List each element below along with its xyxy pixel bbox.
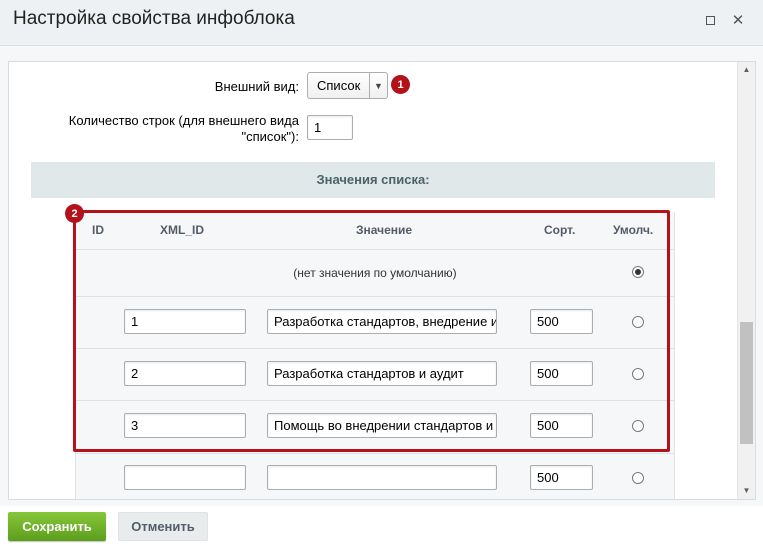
rows-count-label: Количество строк (для внешнего вида "спи… <box>29 113 299 145</box>
sort-input[interactable]: 500 <box>530 465 593 490</box>
xml-id-input[interactable] <box>124 465 246 490</box>
row-divider <box>76 400 674 401</box>
save-button[interactable]: Сохранить <box>8 512 106 541</box>
scrollbar-thumb[interactable] <box>740 322 753 444</box>
view-select-value: Список <box>317 78 361 93</box>
header-default: Умолч. <box>613 223 654 237</box>
value-input[interactable]: Разработка стандартов, внедрение и <box>267 309 497 334</box>
default-radio[interactable] <box>632 472 644 484</box>
rows-count-label-line1: Количество строк (для внешнего вида <box>68 113 299 128</box>
dialog-title: Настройка свойства инфоблока <box>13 8 295 29</box>
section-title: Значения списка: <box>316 172 430 187</box>
scroll-down-icon[interactable]: ▼ <box>738 483 755 499</box>
chevron-down-icon[interactable]: ▼ <box>369 73 387 98</box>
xml-id-input[interactable]: 2 <box>124 361 246 386</box>
view-select[interactable]: Список ▼ <box>307 72 388 99</box>
settings-panel: Внешний вид: Список ▼ 1 Количество строк… <box>8 61 756 500</box>
maximize-icon[interactable] <box>702 12 718 28</box>
row-divider <box>76 348 674 349</box>
default-radio[interactable] <box>632 368 644 380</box>
value-input[interactable] <box>267 465 497 490</box>
default-radio-none[interactable] <box>632 266 644 278</box>
default-radio[interactable] <box>632 420 644 432</box>
close-icon[interactable]: ✕ <box>730 12 746 29</box>
sort-input[interactable]: 500 <box>530 361 593 386</box>
values-table: ID XML_ID Значение Сорт. Умолч. (нет зна… <box>75 212 675 499</box>
row-divider <box>76 453 674 454</box>
xml-id-input[interactable]: 3 <box>124 413 246 438</box>
section-header: Значения списка: <box>31 162 715 198</box>
rows-count-input[interactable]: 1 <box>307 115 353 140</box>
header-value: Значение <box>356 223 413 237</box>
badge-1: 1 <box>391 75 410 94</box>
row-divider <box>76 296 674 297</box>
no-default-text: (нет значения по умолчанию) <box>293 266 457 280</box>
header-xml-id: XML_ID <box>160 223 205 237</box>
cancel-button[interactable]: Отменить <box>118 512 208 541</box>
sort-input[interactable]: 500 <box>530 413 593 438</box>
rows-count-label-line2: "список"): <box>241 129 299 144</box>
badge-2: 2 <box>65 204 84 223</box>
default-radio[interactable] <box>632 316 644 328</box>
value-input[interactable]: Разработка стандартов и аудит <box>267 361 497 386</box>
xml-id-input[interactable]: 1 <box>124 309 246 334</box>
row-divider <box>76 249 674 250</box>
header-id: ID <box>92 223 104 237</box>
sort-input[interactable]: 500 <box>530 309 593 334</box>
view-label: Внешний вид: <box>214 79 299 94</box>
scroll-up-icon[interactable]: ▲ <box>738 62 755 78</box>
dialog-titlebar: Настройка свойства инфоблока ✕ <box>0 0 763 46</box>
value-input[interactable]: Помощь во внедрении стандартов и <box>267 413 497 438</box>
vertical-scrollbar[interactable]: ▲ ▼ <box>737 62 755 499</box>
header-sort: Сорт. <box>544 223 576 237</box>
